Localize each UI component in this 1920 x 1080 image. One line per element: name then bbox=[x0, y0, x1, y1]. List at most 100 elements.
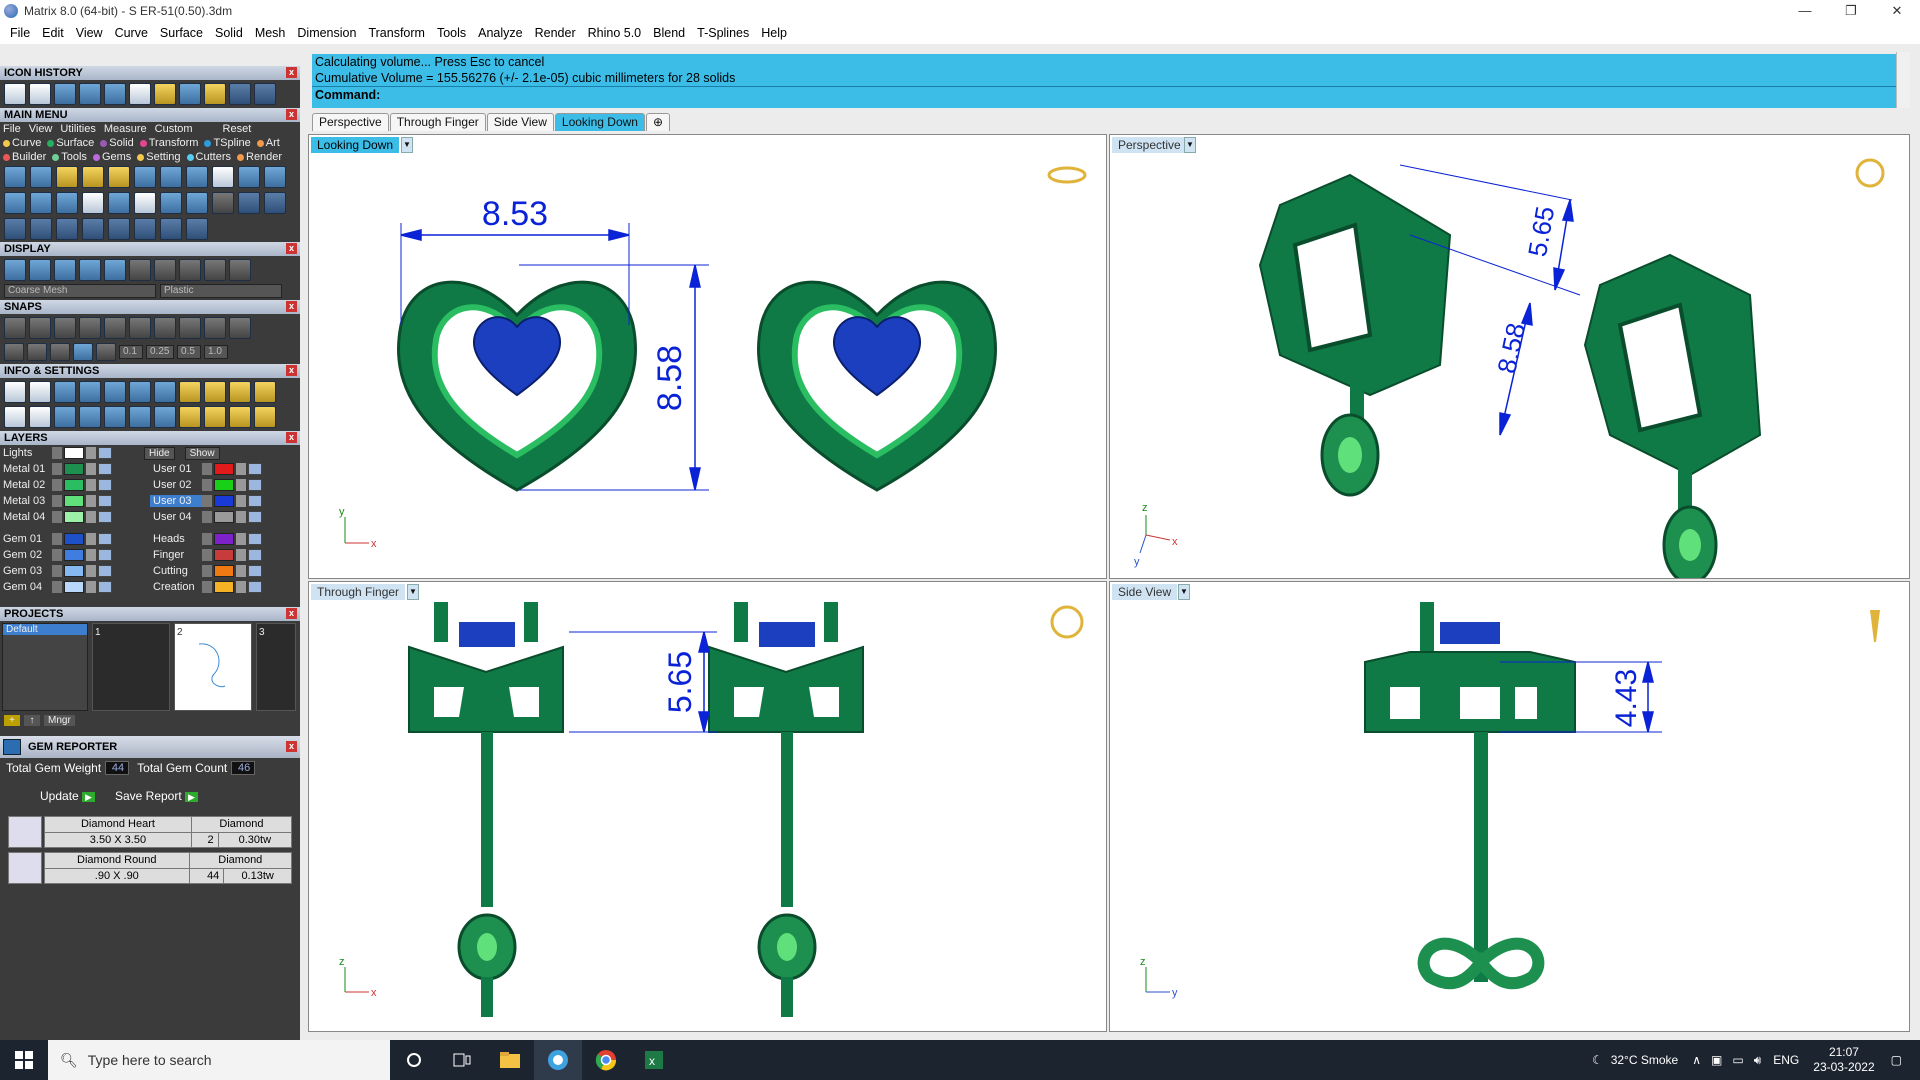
menu-dimension[interactable]: Dimension bbox=[291, 26, 362, 40]
info-icon[interactable] bbox=[29, 406, 51, 428]
grid-icon[interactable] bbox=[96, 343, 116, 361]
wireframe-icon[interactable] bbox=[4, 259, 26, 281]
close-icon[interactable]: x bbox=[286, 608, 297, 619]
menu-edit[interactable]: Edit bbox=[36, 26, 70, 40]
snap-icon[interactable] bbox=[204, 317, 226, 339]
lock-icon[interactable] bbox=[236, 581, 246, 593]
layer-name[interactable]: User 04 bbox=[150, 511, 202, 523]
expand-icon[interactable] bbox=[52, 533, 62, 545]
close-icon[interactable]: x bbox=[286, 243, 297, 254]
expand-icon[interactable] bbox=[52, 479, 62, 491]
volume-icon[interactable]: 🔊︎ bbox=[1754, 1053, 1762, 1068]
lock-icon[interactable] bbox=[86, 463, 96, 475]
layer-color-swatch[interactable] bbox=[214, 511, 234, 523]
tool-icon[interactable] bbox=[108, 218, 130, 240]
tool-icon[interactable] bbox=[4, 218, 26, 240]
menu-file[interactable]: File bbox=[4, 26, 36, 40]
project-slot-1[interactable]: 1 bbox=[92, 623, 170, 711]
show-button[interactable]: Show bbox=[184, 446, 220, 460]
tool-icon[interactable] bbox=[186, 218, 208, 240]
category-cutters[interactable]: Cutters bbox=[186, 151, 231, 163]
project-slot-2[interactable]: 2 bbox=[174, 623, 252, 711]
visibility-icon[interactable] bbox=[98, 463, 112, 475]
expand-icon[interactable] bbox=[202, 511, 212, 523]
snap-value-025[interactable]: 0.25 bbox=[146, 345, 174, 359]
menu-tsplines[interactable]: T-Splines bbox=[691, 26, 755, 40]
expand-icon[interactable] bbox=[202, 549, 212, 561]
save-report-button[interactable]: Save Report ▶ bbox=[115, 789, 198, 803]
close-icon[interactable]: x bbox=[286, 741, 297, 752]
category-art[interactable]: Art bbox=[256, 137, 280, 149]
expand-icon[interactable] bbox=[202, 565, 212, 577]
network-icon[interactable]: ▭ bbox=[1732, 1053, 1743, 1067]
snap-icon[interactable] bbox=[154, 317, 176, 339]
grid-icon[interactable] bbox=[73, 343, 93, 361]
lights-swatch[interactable] bbox=[64, 447, 84, 459]
visibility-icon[interactable] bbox=[98, 511, 112, 523]
arrow-right-icon[interactable] bbox=[254, 83, 276, 105]
taskbar-search[interactable]: 🔍︎ Type here to search bbox=[48, 1040, 390, 1080]
layer-color-swatch[interactable] bbox=[64, 549, 84, 561]
menu-transform[interactable]: Transform bbox=[362, 26, 431, 40]
close-icon[interactable]: x bbox=[286, 109, 297, 120]
shade-icon[interactable] bbox=[29, 259, 51, 281]
layer-row[interactable]: Metal 01 bbox=[0, 461, 150, 477]
layer-color-swatch[interactable] bbox=[214, 549, 234, 561]
category-curve[interactable]: Curve bbox=[3, 137, 41, 149]
main-menu-measure[interactable]: Measure bbox=[104, 123, 147, 135]
history-tool-icon[interactable] bbox=[54, 83, 76, 105]
tray-chevron-icon[interactable]: ∧ bbox=[1692, 1053, 1701, 1067]
viewport-looking-down[interactable]: 8.53 8.58 y x Looking Down ▼ bbox=[308, 134, 1107, 579]
layer-name[interactable]: Metal 02 bbox=[0, 479, 52, 491]
expand-icon[interactable] bbox=[52, 581, 62, 593]
lock-icon[interactable] bbox=[86, 549, 96, 561]
tool-icon[interactable] bbox=[30, 192, 52, 214]
task-view-icon[interactable] bbox=[438, 1040, 486, 1080]
lock-icon[interactable] bbox=[86, 581, 96, 593]
layer-row[interactable]: Gem 01 bbox=[0, 531, 150, 547]
matrix-app-icon[interactable] bbox=[534, 1040, 582, 1080]
expand-icon[interactable] bbox=[52, 549, 62, 561]
visibility-icon[interactable] bbox=[248, 533, 262, 545]
layer-row[interactable]: User 01 bbox=[150, 461, 300, 477]
layer-name[interactable]: Gem 02 bbox=[0, 549, 52, 561]
layer-row[interactable]: Cutting bbox=[150, 563, 300, 579]
tab-perspective[interactable]: Perspective bbox=[312, 113, 389, 131]
tool-icon[interactable] bbox=[134, 192, 156, 214]
menu-solid[interactable]: Solid bbox=[209, 26, 249, 40]
info-icon[interactable] bbox=[79, 406, 101, 428]
tool-icon[interactable] bbox=[82, 192, 104, 214]
layer-row[interactable]: Metal 04 bbox=[0, 509, 150, 525]
visibility-icon[interactable] bbox=[98, 581, 112, 593]
layer-color-swatch[interactable] bbox=[214, 533, 234, 545]
viewport-label-perspective[interactable]: Perspective bbox=[1112, 137, 1187, 153]
info-icon[interactable] bbox=[229, 406, 251, 428]
material-select[interactable]: Plastic bbox=[160, 284, 282, 298]
tab-through-finger[interactable]: Through Finger bbox=[389, 113, 486, 131]
snap-icon[interactable] bbox=[4, 317, 26, 339]
info-icon[interactable] bbox=[129, 381, 151, 403]
clock[interactable]: 21:07 23-03-2022 bbox=[1813, 1045, 1874, 1075]
tool-icon[interactable] bbox=[4, 166, 26, 188]
hide-button[interactable]: Hide bbox=[144, 446, 175, 460]
history-tool-icon[interactable] bbox=[154, 83, 176, 105]
layer-name[interactable]: Gem 03 bbox=[0, 565, 52, 577]
material-icon[interactable] bbox=[179, 259, 201, 281]
expand-icon[interactable] bbox=[52, 495, 62, 507]
viewport-menu-dropdown[interactable]: ▼ bbox=[1184, 137, 1196, 153]
excel-icon[interactable]: x bbox=[630, 1040, 678, 1080]
menu-blend[interactable]: Blend bbox=[647, 26, 691, 40]
add-project-button[interactable]: + bbox=[4, 715, 20, 726]
tool-icon[interactable] bbox=[160, 192, 182, 214]
visibility-icon[interactable] bbox=[248, 581, 262, 593]
menu-surface[interactable]: Surface bbox=[154, 26, 209, 40]
history-tool-icon[interactable] bbox=[179, 83, 201, 105]
menu-help[interactable]: Help bbox=[755, 26, 793, 40]
layer-color-swatch[interactable] bbox=[64, 511, 84, 523]
visibility-icon[interactable] bbox=[248, 511, 262, 523]
material-icon[interactable] bbox=[229, 259, 251, 281]
menu-curve[interactable]: Curve bbox=[109, 26, 154, 40]
view-cube-icon[interactable] bbox=[1855, 158, 1885, 188]
material-icon[interactable] bbox=[129, 259, 151, 281]
main-menu-reset[interactable]: Reset bbox=[223, 123, 252, 135]
